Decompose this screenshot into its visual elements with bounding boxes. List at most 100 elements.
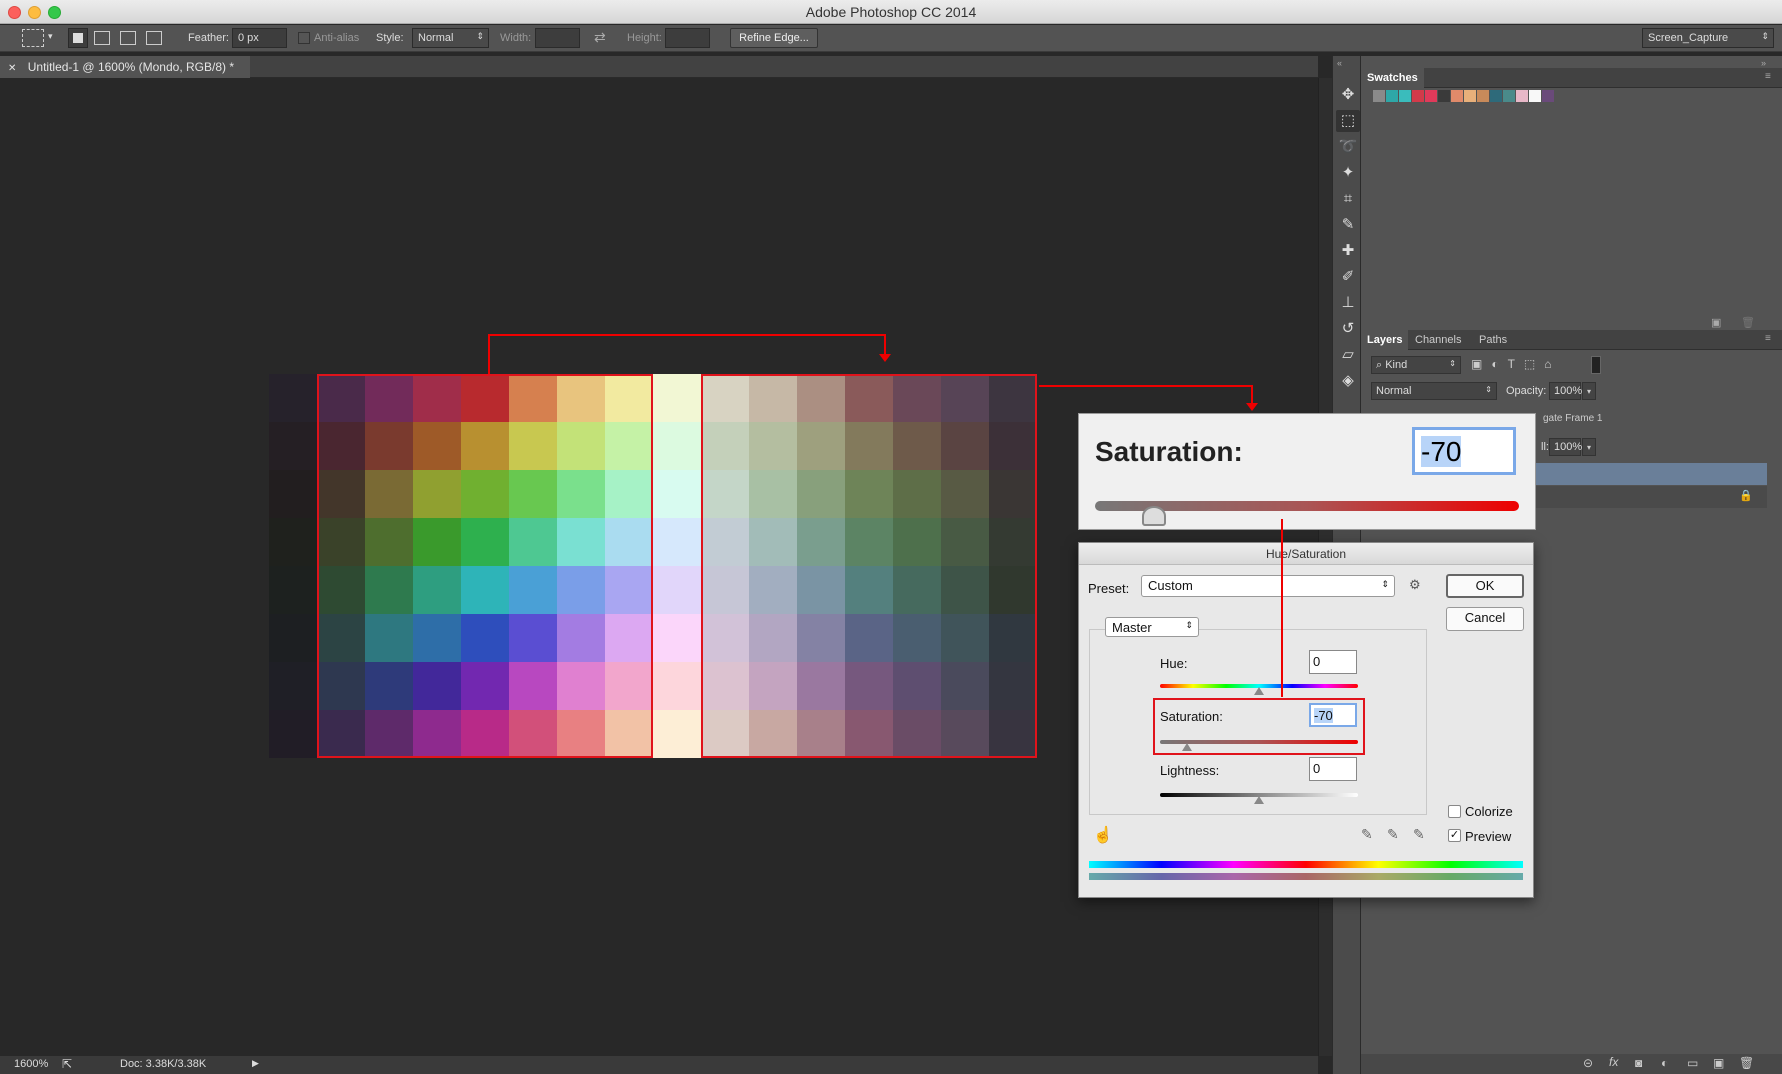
chevron-down-icon[interactable]: ▾ (1582, 438, 1596, 456)
preset-label: Preset: (1088, 581, 1130, 596)
magic-wand-tool-icon[interactable]: ✦ (1336, 162, 1360, 184)
brush-tool-icon[interactable]: ✐ (1336, 266, 1360, 288)
move-tool-icon[interactable]: ✥ (1336, 84, 1360, 106)
swatch-chip[interactable] (1412, 90, 1424, 102)
channel-select[interactable]: Master ⇕ (1105, 617, 1199, 637)
eyedropper-minus-icon[interactable]: ✎ (1413, 826, 1425, 843)
arrow-line (1039, 385, 1253, 387)
fill-input[interactable]: 100% (1549, 438, 1582, 456)
workspace-value: Screen_Capture (1648, 32, 1729, 44)
lightness-input[interactable]: 0 (1309, 757, 1357, 781)
tab-layers[interactable]: Layers (1361, 330, 1409, 350)
tab-channels[interactable]: Channels (1409, 330, 1467, 350)
trash-icon[interactable]: 🗑 (1741, 316, 1755, 329)
swatch-chip[interactable] (1399, 90, 1411, 102)
swatch-cell (269, 422, 317, 470)
targeted-adjustment-hand-icon[interactable]: ☝ (1093, 825, 1113, 845)
paint-bucket-tool-icon[interactable]: ◈ (1336, 370, 1360, 392)
saturation-label: Saturation: (1160, 709, 1223, 724)
rectangular-marquee-tool-icon[interactable]: ⬚ (1336, 110, 1360, 132)
collapse-icon[interactable]: » (1761, 58, 1766, 68)
collapse-icon[interactable]: « (1337, 58, 1342, 68)
cancel-button[interactable]: Cancel (1446, 607, 1524, 631)
style-select[interactable]: Normal ⇕ (412, 28, 489, 48)
ok-button[interactable]: OK (1446, 574, 1524, 598)
lightness-slider-thumb[interactable] (1254, 796, 1264, 804)
saturation-zoom-thumb[interactable] (1142, 506, 1166, 526)
mask-icon[interactable]: ◙ (1635, 1056, 1642, 1070)
add-to-selection-icon[interactable] (94, 31, 110, 45)
saturation-zoom-input[interactable]: -70 (1412, 427, 1516, 475)
swatch-chip[interactable] (1529, 90, 1541, 102)
swatch-chip[interactable] (1503, 90, 1515, 102)
swatch-chip[interactable] (1373, 90, 1385, 102)
new-layer-icon[interactable]: ▣ (1713, 1056, 1724, 1070)
height-input[interactable] (665, 28, 710, 48)
arrow-head-icon (1246, 403, 1258, 411)
blend-mode-select[interactable]: Normal ⇕ (1371, 382, 1497, 400)
eraser-tool-icon[interactable]: ▱ (1336, 344, 1360, 366)
folder-icon[interactable]: ▭ (1687, 1056, 1698, 1070)
clone-stamp-tool-icon[interactable]: ⊥ (1336, 292, 1360, 314)
trash-icon[interactable]: 🗑 (1739, 1056, 1754, 1070)
workspace-select[interactable]: Screen_Capture ⇕ (1642, 28, 1774, 48)
refine-edge-button[interactable]: Refine Edge... (730, 28, 818, 48)
eyedropper-plus-icon[interactable]: ✎ (1387, 826, 1399, 843)
layer-filter-select[interactable]: ⌕ Kind ⇕ (1371, 356, 1461, 374)
preset-select[interactable]: Custom ⇕ (1141, 575, 1395, 597)
swatch-chip[interactable] (1386, 90, 1398, 102)
intersect-selection-icon[interactable] (146, 31, 162, 45)
anti-alias-checkbox[interactable] (298, 32, 310, 44)
hue-slider-thumb[interactable] (1254, 687, 1264, 695)
chevron-down-icon[interactable]: ▾ (1582, 382, 1596, 400)
saturation-zoom-callout: Saturation: -70 (1078, 413, 1536, 530)
filter-toggle[interactable] (1591, 356, 1601, 374)
swatch-chip[interactable] (1542, 90, 1554, 102)
swatch-chip[interactable] (1425, 90, 1437, 102)
panel-menu-icon[interactable]: ≡ (1765, 71, 1771, 82)
play-triangle-icon[interactable]: ▶ (252, 1058, 259, 1069)
swatch-chip[interactable] (1490, 90, 1502, 102)
eyedropper-tool-icon[interactable]: ✎ (1336, 214, 1360, 236)
link-icon[interactable]: ⊝ (1583, 1056, 1593, 1070)
hue-input[interactable]: 0 (1309, 650, 1357, 674)
swatch-chip[interactable] (1438, 90, 1450, 102)
subtract-from-selection-icon[interactable] (120, 31, 136, 45)
eyedropper-icon[interactable]: ✎ (1361, 826, 1373, 843)
swatch-chip[interactable] (1477, 90, 1489, 102)
history-brush-tool-icon[interactable]: ↺ (1336, 318, 1360, 340)
fx-icon[interactable]: fx (1609, 1055, 1618, 1069)
colorize-checkbox[interactable] (1448, 805, 1461, 818)
new-swatch-icon[interactable]: ▣ (1711, 316, 1721, 329)
tab-swatches[interactable]: Swatches (1361, 68, 1424, 88)
lasso-tool-icon[interactable]: ➰ (1336, 136, 1360, 158)
preview-checkbox[interactable]: ✓ (1448, 829, 1461, 842)
layers-footer: ⊝ fx ◙ ◐ ▭ ▣ 🗑 (1361, 1054, 1782, 1074)
document-tab[interactable]: ✕ Untitled-1 @ 1600% (Mondo, RGB/8) * (0, 56, 250, 78)
swatch-chip[interactable] (1516, 90, 1528, 102)
layer-filter-icons[interactable]: ▣◐T⬚⌂ (1471, 357, 1561, 371)
gear-icon[interactable]: ⚙ (1409, 577, 1421, 593)
channel-value: Master (1112, 620, 1152, 635)
chevron-down-icon[interactable]: ▾ (48, 31, 53, 42)
adjustment-icon[interactable]: ◐ (1661, 1056, 1668, 1070)
new-selection-icon[interactable] (68, 28, 88, 48)
panel-menu-icon[interactable]: ≡ (1765, 333, 1771, 344)
zoom-level[interactable]: 1600% (14, 1058, 48, 1070)
swatch-chip[interactable] (1464, 90, 1476, 102)
swap-arrows-icon[interactable]: ⇄ (594, 29, 606, 46)
saturation-slider-thumb[interactable] (1182, 743, 1192, 751)
chevron-updown-icon: ⇕ (1485, 385, 1492, 394)
marquee-tool-preset-icon[interactable] (22, 29, 44, 47)
share-icon[interactable]: ⇱ (62, 1057, 72, 1071)
feather-input[interactable]: 0 px (232, 28, 287, 48)
close-tab-icon[interactable]: ✕ (8, 63, 16, 74)
saturation-zoom-value: -70 (1421, 436, 1462, 467)
crop-tool-icon[interactable]: ⌗ (1336, 188, 1360, 210)
tab-paths[interactable]: Paths (1473, 330, 1513, 350)
saturation-input[interactable]: -70 (1309, 703, 1357, 727)
healing-brush-tool-icon[interactable]: ✚ (1336, 240, 1360, 262)
swatch-chip[interactable] (1451, 90, 1463, 102)
width-input[interactable] (535, 28, 580, 48)
opacity-input[interactable]: 100% (1549, 382, 1582, 400)
